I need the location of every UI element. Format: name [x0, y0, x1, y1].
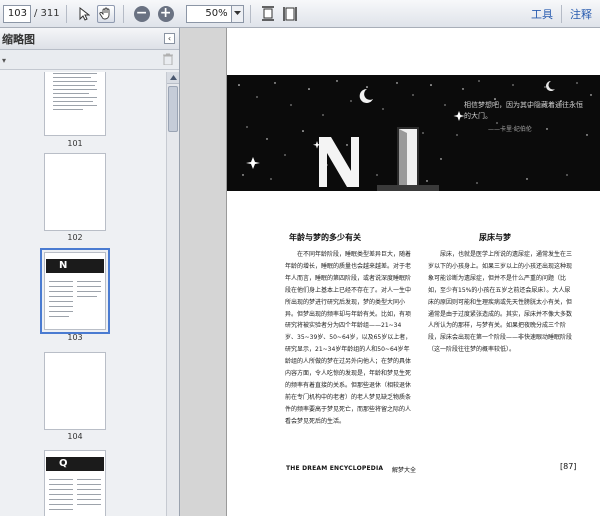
zoom-out-icon: − [135, 4, 148, 21]
thumb-text-line [49, 509, 73, 510]
zoom-out-button[interactable]: − [133, 4, 150, 22]
thumb-text-line [53, 81, 97, 82]
zoom-dropdown-button[interactable] [231, 4, 244, 23]
thumb-text-line [77, 291, 101, 292]
thumbnail-label: 102 [67, 233, 83, 242]
thumb-text-line [77, 499, 101, 500]
toolbar-divider [249, 4, 251, 23]
thumbnail-page-105[interactable]: Q [44, 450, 106, 516]
page-number: [87] [560, 462, 577, 471]
scroll-up-button[interactable] [167, 72, 179, 84]
thumb-letter: Q [59, 458, 68, 469]
thumb-text-line [49, 296, 73, 297]
collapse-panel-button[interactable]: ‹ [164, 33, 175, 44]
thumb-text-line [77, 479, 101, 480]
thumbnail-page-102[interactable] [44, 153, 106, 231]
page-number-input[interactable]: 103 [3, 4, 31, 23]
trash-icon[interactable] [163, 53, 173, 65]
chevron-down-icon [233, 11, 241, 15]
thumb-text-line [49, 306, 73, 307]
panel-header: 缩略图 ‹ [0, 28, 179, 50]
quote-source: ——卡里·纪伯伦 [488, 126, 532, 133]
zoom-in-icon: + [159, 4, 172, 21]
toolbar-divider [122, 4, 124, 23]
thumb-text-line [49, 291, 73, 292]
panel-toolbar: ▾ [0, 50, 179, 70]
zoom-in-button[interactable]: + [157, 4, 174, 22]
thumb-text-line [49, 504, 73, 505]
options-chevron-icon[interactable]: ▾ [2, 56, 6, 65]
panel-title: 缩略图 [2, 32, 35, 46]
thumbnail-page-104[interactable] [44, 352, 106, 430]
thumbnail-label: 101 [67, 139, 83, 148]
right-column-text: 尿床，也就是医学上所说的遗尿症，通常发生在三岁以下的小孩身上。如果三岁以上的小孩… [428, 251, 573, 354]
thumbnail-panel: 缩略图 ‹ ▾ 101 102 N 103 104 Q [0, 28, 180, 516]
fit-width-button[interactable] [281, 5, 299, 23]
fit-page-button[interactable] [259, 5, 277, 23]
thumb-text-line [77, 484, 101, 485]
toolbar-divider [65, 4, 67, 23]
hand-icon [99, 7, 110, 19]
chapter-quote: 相信梦想吧，因为其中隐藏着通往永恒的大门。 [464, 101, 583, 120]
thumb-text-line [49, 311, 73, 312]
thumb-text-line [77, 281, 101, 282]
thumb-text-line [53, 89, 97, 90]
right-column-title: 尿床与梦 [479, 233, 511, 242]
footer-brand: THE DREAM ENCYCLOPEDIA [286, 465, 384, 472]
left-column-title: 年龄与梦的多少有关 [289, 233, 361, 242]
thumb-text-line [53, 101, 93, 102]
page-total: / 311 [34, 8, 60, 19]
thumb-text-line [53, 105, 97, 106]
thumbnail-list: 101 102 N 103 104 Q [0, 72, 166, 516]
comment-button[interactable]: 注释 [570, 6, 592, 22]
chapter-banner-image [227, 75, 600, 191]
thumb-text-line [53, 77, 91, 78]
thumb-letter: N [59, 260, 68, 271]
toolbar-divider [561, 5, 562, 23]
thumbnail-label: 103 [67, 333, 83, 342]
thumb-banner [46, 457, 104, 471]
tools-button[interactable]: 工具 [531, 6, 553, 22]
zoom-level-input[interactable]: 50% [185, 4, 232, 23]
hand-tool-button[interactable] [96, 4, 115, 23]
select-icon [79, 6, 90, 21]
document-viewer[interactable]: 相信梦想吧，因为其中隐藏着通往永恒的大门。 ——卡里·纪伯伦 年龄与梦的多少有关… [181, 28, 600, 516]
chevron-up-icon [169, 75, 177, 80]
left-column-text: 在不同年龄阶段，睡眠类型差异巨大，随着年龄的增长，睡眠的质量也会越来越差。对于老… [285, 251, 412, 425]
thumbnail-page-101[interactable] [44, 72, 106, 136]
fit-width-icon [282, 6, 297, 21]
night-sky-illustration [238, 80, 592, 191]
toolbar-right: 工具 注释 [523, 0, 600, 28]
thumb-text-line [53, 85, 95, 86]
thumb-text-line [77, 494, 101, 495]
thumb-text-line [49, 286, 73, 287]
thumb-text-line [49, 479, 73, 480]
thumb-text-line [49, 484, 73, 485]
toolbar: 103 / 311 − + 50% 工具 注释 [0, 0, 600, 28]
footer-subtitle: 解梦大全 [392, 467, 417, 474]
scroll-thumb[interactable] [168, 86, 178, 132]
fit-page-icon [261, 6, 274, 21]
thumb-text-line [53, 73, 97, 74]
thumb-text-line [53, 97, 97, 98]
thumb-text-line [77, 286, 101, 287]
thumb-text-line [53, 93, 89, 94]
thumb-text-line [77, 504, 101, 505]
thumb-banner [46, 259, 104, 273]
thumbnail-page-103[interactable]: N [40, 248, 110, 334]
thumb-text-line [49, 499, 73, 500]
thumb-text-line [49, 316, 69, 317]
thumb-text-line [53, 109, 83, 110]
thumb-text-line [49, 489, 73, 490]
thumb-text-line [77, 296, 97, 297]
thumbnail-scrollbar[interactable] [166, 72, 179, 516]
select-tool-button[interactable] [75, 5, 93, 23]
thumb-text-line [77, 489, 101, 490]
thumbnail-label: 104 [67, 432, 83, 441]
document-page: 相信梦想吧，因为其中隐藏着通往永恒的大门。 ——卡里·纪伯伦 年龄与梦的多少有关… [226, 28, 600, 516]
thumb-text-line [49, 281, 73, 282]
thumb-text-line [49, 301, 73, 302]
thumb-text-line [49, 494, 73, 495]
